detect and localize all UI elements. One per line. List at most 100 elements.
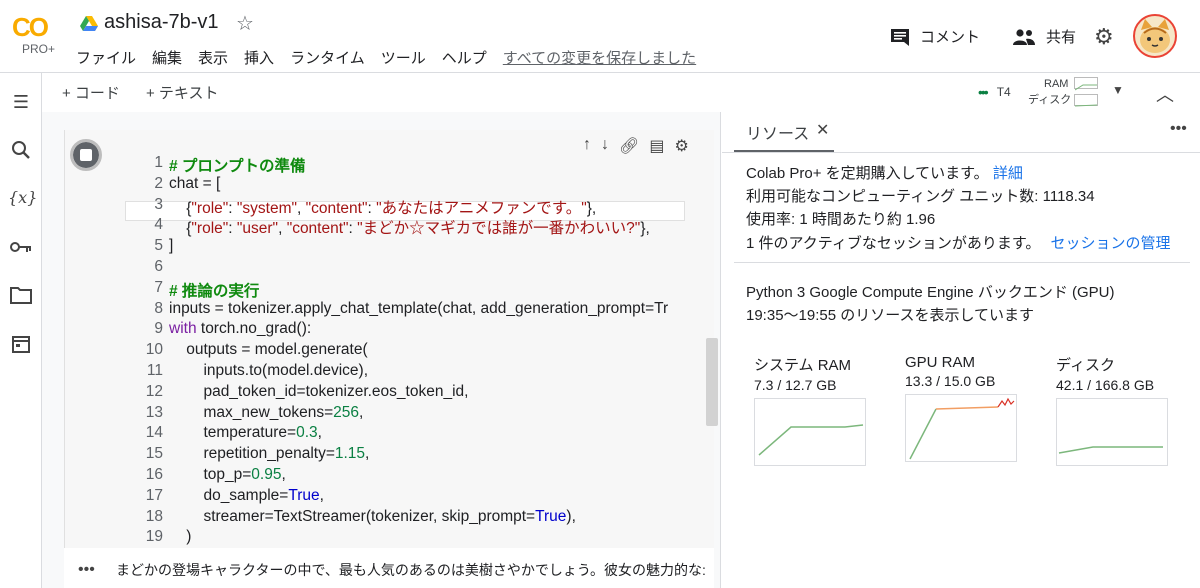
ram-disk-indicator[interactable]: RAM ディスク [1028,76,1071,108]
add-text-button[interactable]: + テキスト [146,82,218,103]
notebook-title[interactable]: ashisa-7b-v1 [104,11,219,34]
move-down-icon[interactable]: ↓ [601,136,609,156]
line-number: 8 [154,299,163,317]
star-icon[interactable]: ☆ [236,11,254,36]
line-number: 2 [154,174,163,192]
comment-cell-icon[interactable]: ▤ [649,136,664,156]
backend-text: Python 3 Google Compute Engine バックエンド (G… [746,284,1115,301]
menu-insert[interactable]: 挿入 [244,47,274,68]
stop-execution-button[interactable] [70,139,102,171]
cell-output: ••• まどかの登場キャラクターの中で、最も人気のあるのは美樹さやかでしょう。彼… [64,548,714,588]
cell-settings-icon[interactable]: ⚙ [674,136,688,156]
resources-panel: リソース ✕ ••• Colab Pro+ を定期購入しています。 詳細 利用可… [722,112,1200,588]
table-of-contents-icon[interactable]: ☰ [10,92,32,114]
code-line[interactable]: top_p=0.95, [169,466,285,484]
ram-mini-graph [1074,77,1098,91]
scheduled-calendar-icon[interactable] [10,334,32,356]
menu-edit[interactable]: 編集 [152,47,182,68]
line-number: 9 [154,320,163,338]
menu-file[interactable]: ファイル [76,47,136,68]
notebook-area: ↑ ↓ 🔗︎ ▤ ⚙ 1 # プロンプトの準備 2 chat = [ 3 {"role"… [42,112,721,588]
code-line[interactable]: {"role": "user", "content": "まどか☆マギカでは誰が… [169,216,650,238]
collapse-header-icon[interactable]: ︿ [1156,81,1174,107]
code-line[interactable]: streamer=TextStreamer(tokenizer, skip_pr… [169,508,575,526]
line-number: 19 [145,528,163,546]
code-line[interactable]: with torch.no_grad(): [169,320,311,338]
code-line[interactable]: ) [169,528,191,546]
output-menu-icon[interactable]: ••• [78,561,95,579]
code-line[interactable]: chat = [ [169,175,220,193]
code-line[interactable]: inputs = tokenizer.apply_chat_template(c… [169,300,668,318]
sessions-text: 1 件のアクティブなセッションがあります。 [746,235,1041,252]
cell-toolbar: ↑ ↓ 🔗︎ ▤ ⚙ [583,136,689,156]
user-avatar[interactable] [1133,14,1177,58]
code-line[interactable]: # 推論の実行 [169,279,259,301]
google-drive-icon [80,16,98,31]
disk-graph [1056,398,1168,466]
code-editor[interactable]: 1 # プロンプトの準備 2 chat = [ 3 {"role": "system",… [105,154,705,554]
code-line[interactable]: # プロンプトの準備 [169,154,305,176]
colab-logo[interactable]: CO PRO+ [12,12,62,58]
details-link[interactable]: 詳細 [993,165,1023,182]
sessions-line: 1 件のアクティブなセッションがあります。 セッションの管理 [746,232,1171,253]
subscription-text: Colab Pro+ を定期購入しています。 [746,165,989,182]
runtime-dropdown-icon[interactable]: ▼ [1112,83,1124,97]
code-line[interactable]: {"role": "system", "content": "あなたはアニメファ… [169,196,596,218]
line-number: 15 [145,445,163,463]
add-code-button[interactable]: + コード [62,82,120,103]
logo-text: CO [12,12,49,42]
vertical-scrollbar[interactable] [706,338,718,426]
manage-sessions-link[interactable]: セッションの管理 [1051,235,1171,252]
code-line[interactable]: pad_token_id=tokenizer.eos_token_id, [169,383,468,401]
resource-name: システム RAM [754,357,852,374]
line-number: 5 [154,237,163,255]
settings-gear-icon[interactable]: ⚙ [1094,24,1114,50]
disk-resource: ディスク 42.1 / 166.8 GB [1056,354,1168,466]
subscription-line: Colab Pro+ を定期購入しています。 詳細 [746,162,1023,183]
ram-label: RAM [1044,78,1069,90]
line-number: 12 [145,382,163,400]
link-icon[interactable]: 🔗︎ [619,136,639,156]
line-number: 4 [154,216,163,234]
share-button[interactable]: 共有 [1012,26,1076,47]
menu-help[interactable]: ヘルプ [442,47,487,68]
line-number: 16 [145,466,163,483]
more-options-icon[interactable]: ••• [1170,120,1187,138]
code-line[interactable]: inputs.to(model.device), [169,362,368,380]
resource-name: GPU RAM [905,354,976,371]
save-status[interactable]: すべての変更を保存しました [503,47,696,68]
files-folder-icon[interactable] [10,286,32,308]
menu-tools[interactable]: ツール [381,47,426,68]
usage-rate-text: 使用率: 1 時間あたり約 1.96 [746,211,936,228]
variables-icon[interactable]: {x} [8,188,37,210]
code-line[interactable]: temperature=0.3, [169,424,322,442]
comment-button[interactable]: コメント [890,26,980,47]
line-number: 14 [145,424,163,442]
menu-view[interactable]: 表示 [198,47,228,68]
resource-value: 7.3 / 12.7 GB [754,377,837,393]
app-header: CO PRO+ ashisa-7b-v1 ☆ ファイル 編集 表示 挿入 ランタ… [0,0,1200,72]
comment-label: コメント [920,29,981,46]
code-line[interactable]: outputs = model.generate( [169,341,367,359]
menu-runtime[interactable]: ランタイム [290,47,365,68]
disk-label: ディスク [1028,94,1072,106]
tab-resources[interactable]: リソース [746,120,809,144]
code-line[interactable]: repetition_penalty=1.15, [169,445,369,463]
people-icon [1013,28,1035,45]
line-number: 1 [154,154,163,171]
line-number: 7 [154,278,163,296]
line-number: 3 [154,195,163,213]
code-line[interactable]: max_new_tokens=256, [169,404,363,422]
code-cell[interactable]: ↑ ↓ 🔗︎ ▤ ⚙ 1 # プロンプトの準備 2 chat = [ 3 {"role"… [64,130,714,563]
move-up-icon[interactable]: ↑ [583,136,591,156]
cat-avatar-icon [1140,19,1170,53]
code-line[interactable]: do_sample=True, [169,487,324,505]
share-label: 共有 [1046,29,1077,46]
search-icon[interactable] [10,140,32,162]
runtime-indicator[interactable]: ••• T4 [978,84,1011,100]
output-text: まどかの登場キャラクターの中で、最も人気のあるのは美樹さやかでしょう。彼女の魅力… [116,562,706,578]
close-tab-icon[interactable]: ✕ [816,120,829,140]
code-line[interactable]: ] [169,237,173,255]
logo-subtext: PRO+ [22,42,56,56]
secrets-key-icon[interactable] [10,238,32,260]
